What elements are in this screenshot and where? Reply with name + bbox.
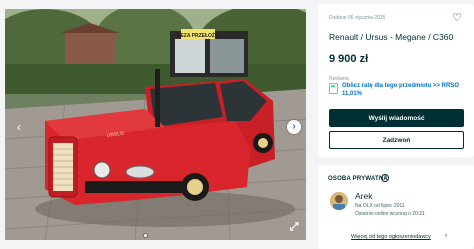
photo-gallery[interactable]: ŁEZA PRZEŁOŻU URSUS ‹ › ⤢ (5, 9, 306, 240)
gallery-page-indicator[interactable] (143, 233, 148, 238)
member-since: Na OLX od lipiec 2011 (355, 203, 405, 209)
fullscreen-icon: ⤢ (289, 221, 299, 233)
send-message-button[interactable]: Wyślij wiadomość (329, 109, 464, 127)
listing-page: ŁEZA PRZEŁOŻU URSUS ‹ › ⤢ Dodane 06 styc… (0, 0, 474, 249)
listing-price: 9 900 zł (329, 53, 369, 65)
chevron-right-icon: › (292, 121, 296, 132)
chevron-left-icon: ‹ (17, 120, 21, 134)
listing-title: Renault / Ursus - Megane / C360 (329, 32, 454, 42)
fullscreen-button[interactable]: ⤢ (288, 221, 300, 233)
roof-sign-text: ŁEZA PRZEŁOŻU (177, 32, 219, 39)
call-button[interactable]: Zadzwoń (329, 131, 464, 149)
info-icon[interactable]: i (381, 174, 389, 182)
listing-summary-card: Dodane 06 stycznia 2025 ♡ Renault / Ursu… (318, 4, 474, 157)
avatar-image (330, 192, 348, 210)
calculator-icon (329, 83, 338, 94)
posted-date: Dodane 06 stycznia 2025 (329, 15, 386, 21)
seller-type-label: OSOBA PRYWATNA (328, 176, 388, 182)
last-online: Ostatnio online wczoraj o 20:21 (355, 211, 425, 217)
chevron-right-icon[interactable]: › (445, 233, 447, 239)
more-listings-link[interactable]: Więcej od tego ogłoszeniodawcy (351, 234, 431, 240)
heart-outline-icon: ♡ (452, 12, 462, 24)
seller-name: Arek (355, 191, 373, 201)
prev-photo-button[interactable]: ‹ (12, 120, 26, 134)
next-photo-button[interactable]: › (287, 120, 301, 134)
favorite-button[interactable]: ♡ (452, 11, 462, 24)
installment-calculator-link[interactable]: Oblicz ratę dla tego przedmiotu >> RRSO … (342, 82, 472, 98)
avatar (330, 192, 348, 210)
listing-photo: ŁEZA PRZEŁOŻU URSUS (5, 9, 306, 240)
seller-card: OSOBA PRYWATNA i Arek Na OLX od lipiec 2… (318, 165, 474, 249)
